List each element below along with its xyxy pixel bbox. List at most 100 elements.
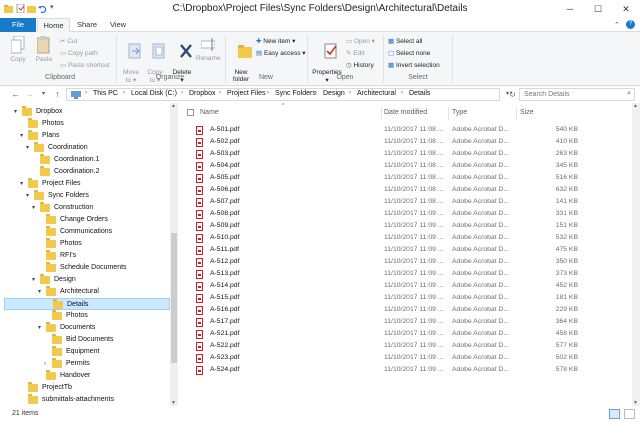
expand-arrow-icon[interactable]: ▾ [32,202,35,214]
breadcrumb-separator-icon[interactable]: › [181,90,183,96]
column-divider[interactable] [448,107,449,120]
minimize-button[interactable]: ─ [556,0,584,18]
expand-arrow-icon[interactable]: ▾ [26,142,29,154]
file-row[interactable]: A-523.pdf 11/10/2017 11:09 ... Adobe Acrob… [196,352,626,364]
column-divider[interactable] [516,107,517,120]
expand-arrow-icon[interactable]: ▾ [32,274,35,286]
nav-item[interactable]: Equipment [0,346,170,358]
breadcrumb-item[interactable]: Local Disk (C:) [131,90,177,97]
edit-button[interactable]: ✎ Edit [346,49,364,57]
maximize-button[interactable]: ☐ [584,0,612,18]
breadcrumb-item[interactable]: Architectural [357,90,396,97]
breadcrumb-separator-icon[interactable]: › [315,90,317,96]
tab-file[interactable]: File [0,18,36,32]
nav-item[interactable]: › Permits [0,358,170,370]
scroll-up-icon[interactable]: ▲ [171,103,176,109]
rename-button[interactable]: Rename [196,35,221,62]
file-row[interactable]: A-514.pdf 11/10/2017 11:09 ... Adobe Acrob… [196,280,626,292]
select-none-button[interactable]: ▢ Select none [388,49,430,57]
expand-arrow-icon[interactable]: ▾ [20,178,23,190]
search-box[interactable]: ⌕ [519,88,635,101]
back-arrow-icon[interactable]: ← [10,88,21,101]
column-header-type[interactable]: Type [452,106,516,120]
details-view-icon[interactable] [609,409,620,419]
nav-item[interactable]: ProjectTb [0,382,170,394]
nav-item[interactable]: ▾ Documents [0,322,170,334]
close-button[interactable]: ✕ [612,0,640,18]
file-row[interactable]: A-515.pdf 11/10/2017 11:09 ... Adobe Acrob… [196,292,626,304]
recent-locations-icon[interactable]: ▾ [38,88,49,101]
minimize-ribbon-icon[interactable]: ⌃ [614,21,620,29]
file-row[interactable]: A-516.pdf 11/10/2017 11:09 ... Adobe Acrob… [196,304,626,316]
nav-item[interactable]: Change Orders [0,214,170,226]
breadcrumb-separator-icon[interactable]: › [219,90,221,96]
column-header-date[interactable]: Date modified [384,106,448,120]
open-button[interactable]: ▭ Open ▾ [346,37,375,45]
expand-arrow-icon[interactable]: ▾ [26,190,29,202]
breadcrumb-separator-icon[interactable]: › [401,90,403,96]
expand-arrow-icon[interactable]: ▾ [38,286,41,298]
expand-arrow-icon[interactable]: › [44,358,46,370]
file-row[interactable]: A-504.pdf 11/10/2017 11:08 ... Adobe Acrob… [196,160,626,172]
paste-shortcut-button[interactable]: ▭ Paste shortcut [60,61,110,69]
file-row[interactable]: A-510.pdf 11/10/2017 11:09 ... Adobe Acrob… [196,232,626,244]
file-row[interactable]: A-501.pdf 11/10/2017 11:08 ... Adobe Acrob… [196,124,626,136]
breadcrumb-separator-icon[interactable]: › [267,90,269,96]
nav-item[interactable]: Communications [0,226,170,238]
file-row[interactable]: A-509.pdf 11/10/2017 11:09 ... Adobe Acrob… [196,220,626,232]
scrollbar-thumb[interactable] [171,233,177,363]
file-row[interactable]: A-521.pdf 11/10/2017 11:09 ... Adobe Acrob… [196,328,626,340]
scroll-up-icon[interactable]: ▲ [633,103,638,109]
breadcrumb-item[interactable]: Sync Folders [275,90,316,97]
nav-item[interactable]: ▾ Dropbox [0,106,170,118]
expand-arrow-icon[interactable]: ▾ [14,106,17,118]
breadcrumb-item[interactable]: Project Files [227,90,266,97]
file-row[interactable]: A-506.pdf 11/10/2017 11:08 ... Adobe Acrob… [196,184,626,196]
up-arrow-icon[interactable]: ↑ [52,88,63,101]
breadcrumb-item[interactable]: This PC [93,90,118,97]
breadcrumb-separator-icon[interactable]: › [85,90,87,96]
expand-arrow-icon[interactable]: ▾ [38,322,41,334]
navigation-scrollbar[interactable]: ▲ ▼ [170,103,178,406]
breadcrumb-separator-icon[interactable]: › [349,90,351,96]
invert-selection-button[interactable]: ▩ Invert selection [388,61,440,69]
nav-item[interactable]: ▾ Plans [0,130,170,142]
copy-button[interactable]: Copy [6,35,30,63]
select-all-button[interactable]: ▦ Select all [388,37,422,45]
breadcrumb-item[interactable]: Design [323,90,345,97]
search-input[interactable] [520,89,620,100]
expand-arrow-icon[interactable]: ▾ [20,130,23,142]
tab-view[interactable]: View [104,18,132,32]
help-icon[interactable]: ? [626,20,635,29]
file-row[interactable]: A-512.pdf 11/10/2017 11:09 ... Adobe Acrob… [196,256,626,268]
nav-item[interactable]: Coordination.2 [0,166,170,178]
nav-item[interactable]: Handover [0,370,170,382]
nav-item[interactable]: ▾ Construction [0,202,170,214]
nav-item[interactable]: ▾ Project Files [0,178,170,190]
address-bar[interactable]: › This PC › Local Disk (C:) › Dropbox › Project… [66,88,500,101]
easy-access-button[interactable]: ▤ Easy access ▾ [256,49,306,57]
file-row[interactable]: A-502.pdf 11/10/2017 11:08 ... Adobe Acrob… [196,136,626,148]
nav-item[interactable]: Photos [0,118,170,130]
history-button[interactable]: ◷ History [346,61,374,69]
nav-item[interactable]: ▾ Architectural [0,286,170,298]
copy-path-button[interactable]: ▭ Copy path [60,49,98,57]
refresh-icon[interactable]: ↻ [507,88,518,101]
tab-home[interactable]: Home [37,18,70,33]
file-row[interactable]: A-517.pdf 11/10/2017 11:09 ... Adobe Acrob… [196,316,626,328]
column-header-size[interactable]: Size [520,106,578,120]
nav-item[interactable]: ▾ Coordination [0,142,170,154]
file-row[interactable]: A-503.pdf 11/10/2017 11:08 ... Adobe Acrob… [196,148,626,160]
nav-item[interactable]: Details [4,298,170,310]
nav-item[interactable]: Photos [0,310,170,322]
file-list-scrollbar[interactable]: ▲ ▼ [632,103,640,406]
nav-item[interactable]: Bid Documents [0,334,170,346]
nav-item[interactable]: Coordination.1 [0,154,170,166]
nav-item[interactable]: ▾ Design [0,274,170,286]
file-row[interactable]: A-507.pdf 11/10/2017 11:08 ... Adobe Acrob… [196,196,626,208]
breadcrumb-separator-icon[interactable]: › [123,90,125,96]
file-row[interactable]: A-511.pdf 11/10/2017 11:09 ... Adobe Acrob… [196,244,626,256]
cut-button[interactable]: ✂ Cut [60,37,77,45]
select-all-checkbox[interactable] [187,109,194,116]
large-icons-view-icon[interactable] [624,409,635,419]
